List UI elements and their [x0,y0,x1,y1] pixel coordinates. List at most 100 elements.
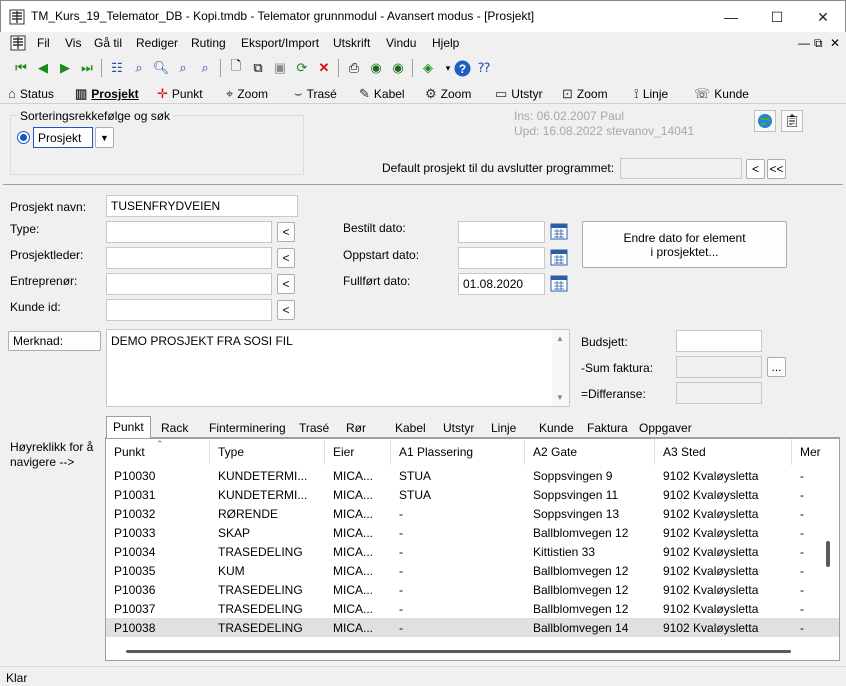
table-row[interactable]: P10038 TRASEDELING MICA... - Ballblomvegen 1… [106,618,839,637]
tab-zoom-utstyr[interactable]: ⊡ Zoom [562,86,608,102]
new-icon[interactable]: 🗋 [227,58,245,77]
subtab-faktura[interactable]: Faktura [581,418,634,438]
tab-status[interactable]: ⌂ Status [8,86,54,101]
subtab-kabel[interactable]: Kabel [389,418,432,438]
col-header-a3[interactable]: A3 Sted [655,439,792,465]
table-row[interactable]: P10034 TRASEDELING MICA... - Kittistien 33 91… [106,542,839,561]
context-help-icon[interactable]: ⁇ [475,59,493,77]
default-project-prev-button[interactable]: < [746,159,765,179]
menu-fil[interactable]: Fil [37,36,50,50]
kunde-id-field[interactable] [106,299,272,321]
previous-record-icon[interactable]: ◀ [34,59,52,77]
refresh-icon[interactable]: ⟳ [293,59,311,77]
calendar-icon[interactable] [550,248,568,266]
col-header-a2[interactable]: A2 Gate [525,439,655,465]
type-field[interactable] [106,221,272,243]
map-icon[interactable]: ◈ [419,59,437,77]
sum-faktura-button[interactable]: ... [767,357,786,377]
sort-select[interactable]: Prosjekt [33,127,93,148]
menu-rediger[interactable]: Rediger [136,36,178,50]
table-row[interactable]: P10033 SKAP MICA... - Ballblomvegen 12 9102 K… [106,523,839,542]
menu-ga-til[interactable]: Gå til [94,36,122,50]
table-row[interactable]: P10035 KUM MICA... - Ballblomvegen 12 9102 Kv… [106,561,839,580]
tab-punkt[interactable]: ✛ Punkt [157,86,203,102]
menu-eksport-import[interactable]: Eksport/Import [241,36,319,50]
menu-utskrift[interactable]: Utskrift [333,36,370,50]
print-preview-icon[interactable]: ◉ [367,59,385,77]
list-icon[interactable]: ☷ [108,59,126,77]
first-record-icon[interactable]: ⏮ [12,59,30,77]
oppstart-dato-field[interactable] [458,247,545,269]
default-project-first-button[interactable]: << [767,159,786,179]
col-header-a1[interactable]: A1 Plassering [391,439,525,465]
table-row[interactable]: P10036 TRASEDELING MICA... - Ballblomvegen 1… [106,580,839,599]
tab-utstyr[interactable]: ▭ Utstyr [495,86,543,102]
export-icon[interactable]: ◉ [389,59,407,77]
entreprenor-field[interactable] [106,273,272,295]
tab-zoom-kabel[interactable]: ⚙ Zoom [425,86,471,102]
col-header-mer[interactable]: Mer [792,439,832,465]
subtab-ror[interactable]: Rør [340,418,372,438]
fullfort-dato-field[interactable]: 01.08.2020 [458,273,545,295]
menu-ruting[interactable]: Ruting [191,36,226,50]
tab-kabel[interactable]: ✎ Kabel [359,86,405,102]
calendar-icon[interactable] [550,274,568,292]
type-pick-button[interactable]: < [277,222,295,242]
subtab-trase[interactable]: Trasé [293,418,335,438]
sort-dropdown-button[interactable]: ▼ [95,127,114,148]
find-next-icon[interactable]: ⌕ [174,59,192,77]
tab-zoom-punkt[interactable]: ⌖ Zoom [226,86,268,102]
find-icon[interactable]: 🔍︎ [152,59,170,77]
save-icon[interactable]: ▣ [271,59,289,77]
subtab-punkt[interactable]: Punkt [106,416,151,438]
subtab-finterminering[interactable]: Finterminering [203,418,292,438]
mdi-minimize-button[interactable]: — [798,36,810,50]
find-previous-icon[interactable]: ⌕ [196,59,214,77]
grid-vertical-scrollbar[interactable] [826,541,830,567]
print-icon[interactable]: ⎙ [345,59,363,77]
subtab-kunde[interactable]: Kunde [533,418,580,438]
table-row[interactable]: P10031 KUNDETERMI... MICA... STUA Soppsvinge… [106,485,839,504]
globe-icon[interactable] [754,110,776,132]
help-icon[interactable]: ? [453,59,471,77]
copy-icon[interactable]: ⧉ [249,59,267,77]
subtab-oppgaver[interactable]: Oppgaver [633,418,698,438]
calendar-icon[interactable] [550,222,568,240]
minimize-button[interactable]: — [708,1,754,33]
prosjektleder-field[interactable] [106,247,272,269]
mdi-restore-button[interactable]: ⧉ [814,36,823,51]
subtab-rack[interactable]: Rack [155,418,194,438]
mdi-icon[interactable] [10,35,26,51]
menu-hjelp[interactable]: Hjelp [432,36,459,50]
default-project-field[interactable] [620,158,742,179]
menu-vis[interactable]: Vis [65,36,81,50]
entreprenor-pick-button[interactable]: < [277,274,295,294]
endre-dato-button[interactable]: Endre dato for element i prosjektet... [582,221,787,268]
merknad-scrollbar[interactable]: ▲ ▼ [552,330,569,406]
next-record-icon[interactable]: ▶ [56,59,74,77]
grid-horizontal-scrollbar[interactable] [126,650,791,653]
sort-radio[interactable] [17,131,30,144]
menu-vindu[interactable]: Vindu [386,36,416,50]
table-row[interactable]: P10032 RØRENDE MICA... - Soppsvingen 13 9102 … [106,504,839,523]
bestilt-dato-field[interactable] [458,221,545,243]
merknad-button[interactable]: Merknad: [8,331,101,351]
delete-icon[interactable]: ✕ [315,59,333,77]
clipboard-icon[interactable]: 📋︎ [781,110,803,132]
tab-trase[interactable]: ⌣ Trasé [294,86,337,102]
maximize-button[interactable]: ☐ [754,1,800,33]
budsjett-field[interactable] [676,330,762,352]
close-button[interactable]: ✕ [800,1,846,33]
subtab-linje[interactable]: Linje [485,418,522,438]
scroll-down-icon[interactable]: ▼ [556,393,564,402]
table-row[interactable]: P10037 TRASEDELING MICA... - Ballblomvegen 1… [106,599,839,618]
mdi-close-button[interactable]: ✕ [830,36,840,50]
prosjektleder-pick-button[interactable]: < [277,248,295,268]
last-record-icon[interactable]: ⏭ [78,59,96,77]
search-icon[interactable]: ⌕ [130,59,148,77]
kunde-id-pick-button[interactable]: < [277,300,295,320]
tab-prosjekt[interactable]: ▥ Prosjekt [75,86,139,102]
merknad-textarea[interactable]: DEMO PROSJEKT FRA SOSI FIL ▲ ▼ [106,329,570,407]
subtab-utstyr[interactable]: Utstyr [437,418,480,438]
col-header-type[interactable]: Type [210,439,325,465]
